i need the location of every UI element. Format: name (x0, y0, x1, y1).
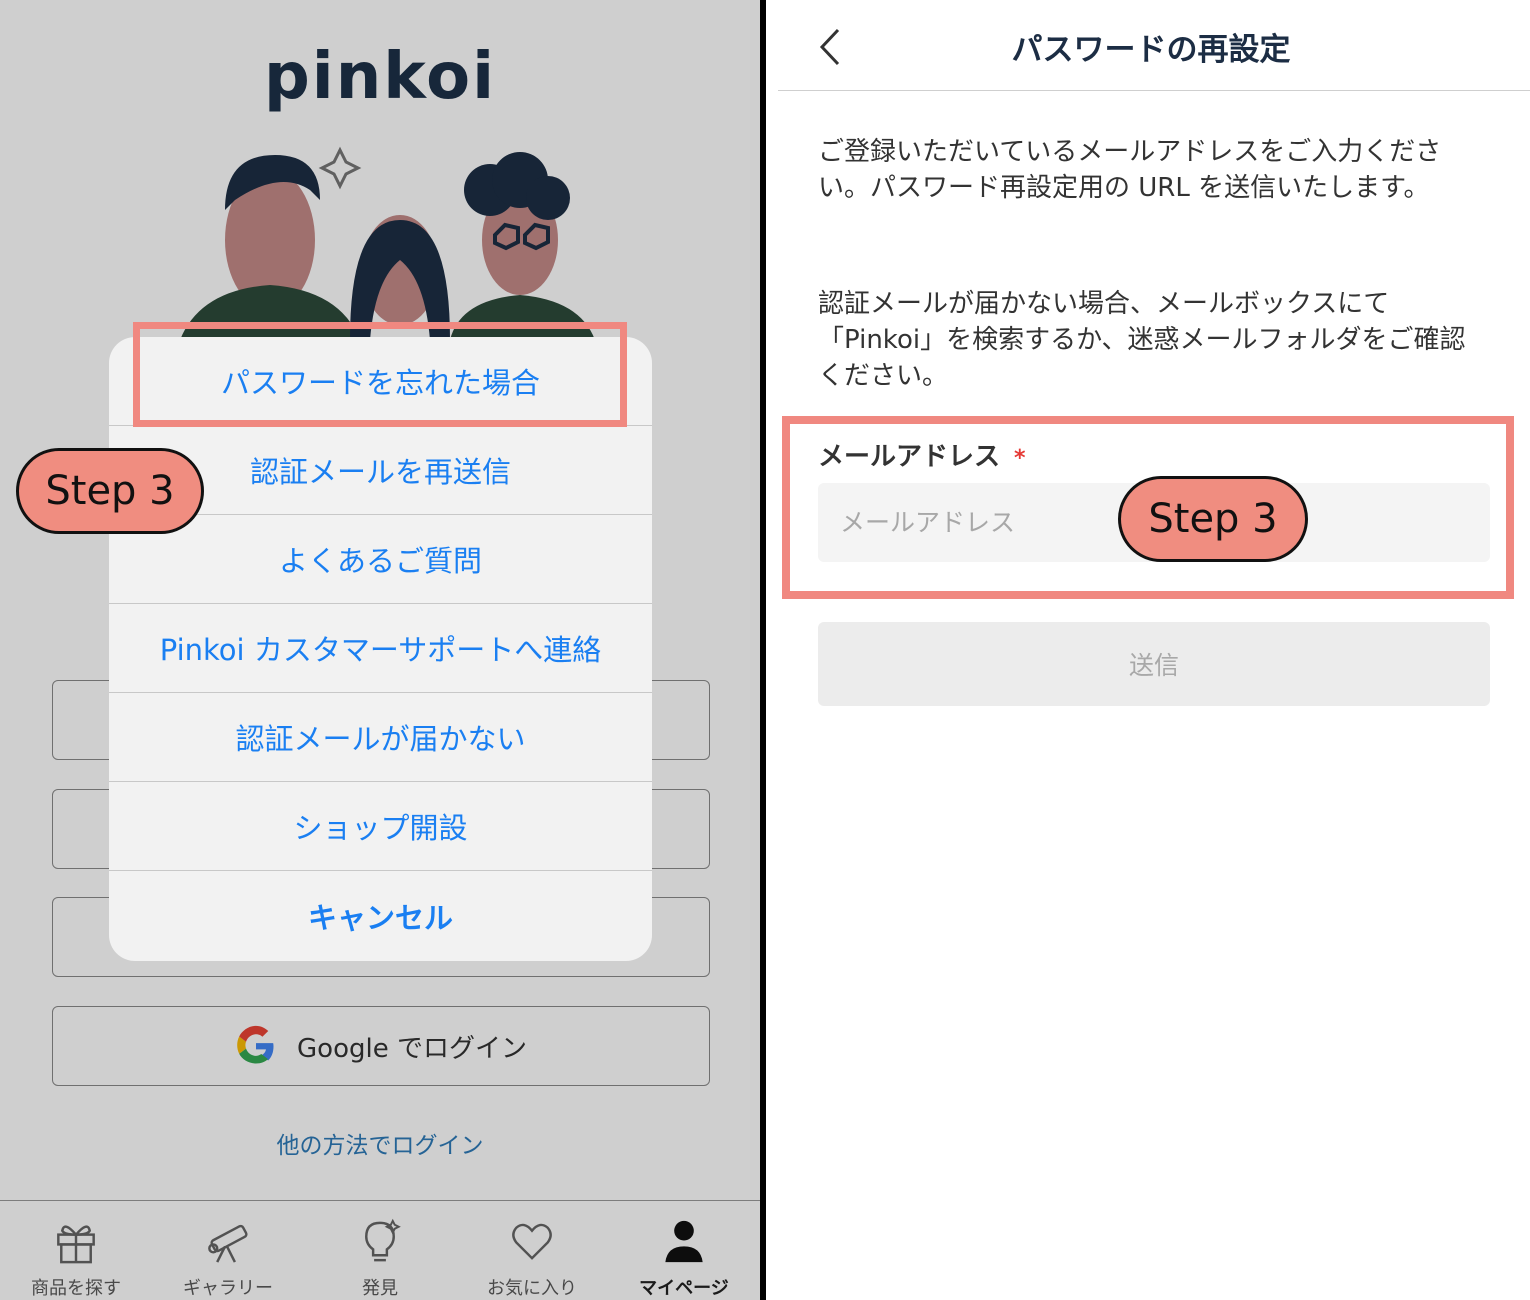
tab-label: 商品を探す (31, 1278, 121, 1299)
google-icon (237, 1025, 274, 1064)
password-reset-screen: パスワードの再設定 ご登録いただいているメールアドレスをご入力ください。パスワー… (766, 0, 1530, 1300)
open-shop-option[interactable]: ショップ開設 (109, 782, 652, 871)
tab-label: 発見 (362, 1278, 398, 1299)
contact-support-option[interactable]: Pinkoi カスタマーサポートへ連絡 (109, 604, 652, 693)
tab-bar: 商品を探す ギャラリー 発見 お気に入り マイページ (0, 1200, 760, 1300)
other-login-link[interactable]: 他の方法でログイン (0, 1126, 760, 1160)
tab-browse[interactable]: 商品を探す (0, 1201, 152, 1300)
tab-label: お気に入り (487, 1278, 577, 1299)
faq-option[interactable]: よくあるご質問 (109, 515, 652, 604)
telescope-icon (208, 1224, 248, 1263)
tab-favorites[interactable]: お気に入り (456, 1201, 608, 1300)
pinkoi-logo: pinkoi (263, 40, 497, 114)
gift-icon (57, 1225, 95, 1264)
highlight-box (133, 322, 627, 427)
instruction-text: ご登録いただいているメールアドレスをご入力ください。パスワード再設定用の URL… (818, 137, 1442, 203)
step-badge: Step 3 (16, 448, 204, 534)
no-verification-email-option[interactable]: 認証メールが届かない (109, 693, 652, 782)
lightbulb-icon (365, 1218, 401, 1262)
tab-gallery[interactable]: ギャラリー (152, 1201, 304, 1300)
tab-discover[interactable]: 発見 (304, 1201, 456, 1300)
submit-button[interactable]: 送信 (818, 622, 1490, 706)
cancel-button[interactable]: キャンセル (109, 871, 652, 960)
google-login-button[interactable]: Google でログイン (52, 1006, 710, 1086)
help-text: 認証メールが届かない場合、メールボックスにて「Pinkoi」を検索するか、迷惑メ… (818, 289, 1466, 391)
tab-label: マイページ (639, 1278, 729, 1299)
people-illustration (180, 146, 595, 340)
heart-icon (512, 1223, 552, 1260)
login-screen: pinkoi Google でログイン 他の方法でログイン 商品を探す ギャラリ… (0, 0, 760, 1300)
step-badge: Step 3 (1118, 476, 1308, 562)
page-title: パスワードの再設定 (1011, 32, 1291, 68)
google-login-label: Google でログイン (297, 1033, 527, 1064)
tab-mypage[interactable]: マイページ (608, 1201, 760, 1300)
action-sheet: パスワードを忘れた場合 認証メールを再送信 よくあるご質問 Pinkoi カスタ… (109, 337, 652, 961)
person-icon (665, 1220, 703, 1263)
header-divider (778, 90, 1530, 91)
tab-label: ギャラリー (183, 1278, 273, 1299)
